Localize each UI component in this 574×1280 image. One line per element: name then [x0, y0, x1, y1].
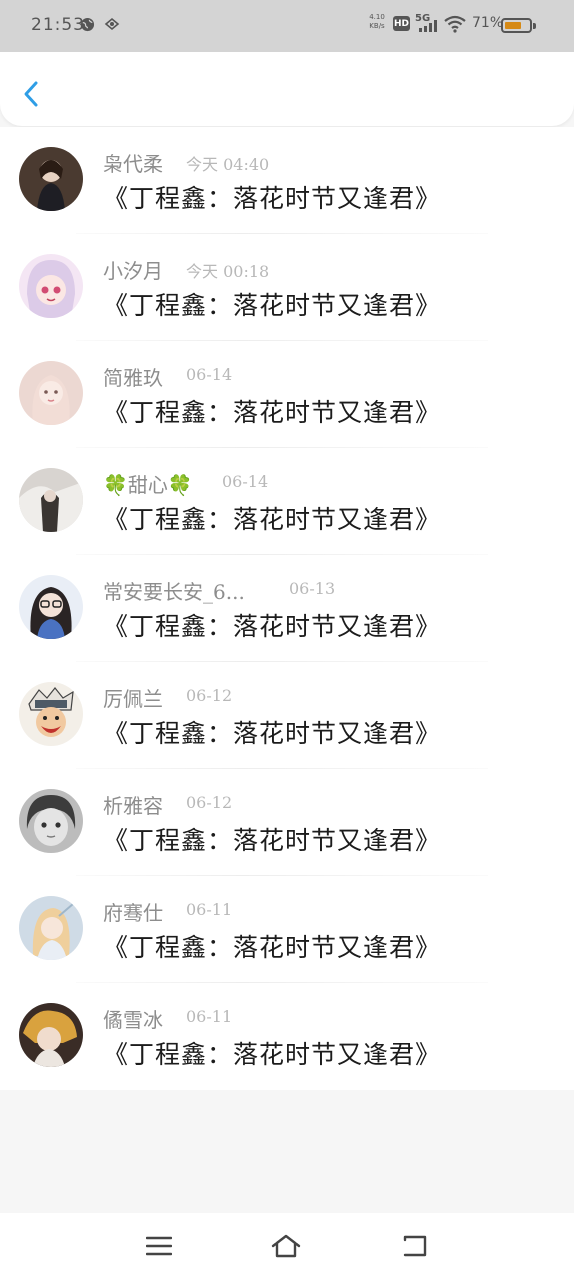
comment-time: 06-12: [186, 686, 233, 705]
list-item[interactable]: 府骞仕 06-11 《丁程鑫：落花时节又逢君》: [0, 876, 574, 983]
hd-badge: HD: [393, 16, 410, 31]
list-item[interactable]: 析雅容 06-12 《丁程鑫：落花时节又逢君》: [0, 769, 574, 876]
book-title: 《丁程鑫：落花时节又逢君》: [103, 719, 442, 748]
reader-list: 枭代柔 今天 04:40 《丁程鑫：落花时节又逢君》 小汐月 今天 00:18 …: [0, 127, 574, 1090]
list-item[interactable]: 简雅玖 06-14 《丁程鑫：落花时节又逢君》: [0, 341, 574, 448]
header-bar: [0, 52, 574, 126]
back-icon[interactable]: [398, 1232, 430, 1260]
menu-icon[interactable]: [143, 1232, 175, 1260]
book-title: 《丁程鑫：落花时节又逢君》: [103, 291, 442, 320]
comment-time: 06-12: [186, 793, 233, 812]
book-title: 《丁程鑫：落花时节又逢君》: [103, 1040, 442, 1069]
avatar[interactable]: [19, 896, 83, 960]
globe-icon: [79, 16, 95, 32]
list-item[interactable]: 小汐月 今天 00:18 《丁程鑫：落花时节又逢君》: [0, 234, 574, 341]
comment-time: 06-13: [289, 579, 336, 598]
list-item[interactable]: 僪雪冰 06-11 《丁程鑫：落花时节又逢君》: [0, 983, 574, 1090]
user-name: 僪雪冰: [103, 1008, 163, 1032]
network-speed-unit: KB/s: [369, 22, 385, 30]
user-name: 厉佩兰: [103, 687, 163, 711]
comment-time: 06-11: [186, 1007, 233, 1026]
avatar[interactable]: [19, 254, 83, 318]
avatar[interactable]: [19, 682, 83, 746]
user-name: 简雅玖: [103, 366, 163, 390]
user-name: 析雅容: [103, 794, 163, 818]
compass-icon: [104, 16, 120, 32]
signal-icon: [419, 20, 437, 32]
home-icon[interactable]: [270, 1232, 302, 1260]
battery-cap: [533, 23, 536, 29]
avatar[interactable]: [19, 575, 83, 639]
book-title: 《丁程鑫：落花时节又逢君》: [103, 398, 442, 427]
comment-time: 06-14: [222, 472, 269, 491]
book-title: 《丁程鑫：落花时节又逢君》: [103, 933, 442, 962]
comment-time: 06-14: [186, 365, 233, 384]
avatar[interactable]: [19, 1003, 83, 1067]
list-item[interactable]: 枭代柔 今天 04:40 《丁程鑫：落花时节又逢君》: [0, 127, 574, 234]
status-bar: 21:53 4.10 KB/s HD 5G 71%: [0, 0, 574, 52]
system-nav-bar: [0, 1213, 574, 1280]
user-name: 常安要长安_6...: [103, 580, 245, 604]
avatar[interactable]: [19, 789, 83, 853]
network-speed: 4.10 KB/s: [366, 13, 388, 31]
user-name: 枭代柔: [103, 152, 163, 176]
status-time: 21:53: [31, 15, 85, 35]
battery-fill: [505, 22, 522, 29]
list-item[interactable]: 常安要长安_6... 06-13 《丁程鑫：落花时节又逢君》: [0, 555, 574, 662]
chevron-left-icon: [24, 81, 38, 107]
book-title: 《丁程鑫：落花时节又逢君》: [103, 612, 442, 641]
comment-time: 今天 04:40: [186, 155, 270, 174]
battery-icon: [501, 18, 532, 33]
battery-percent: 71%: [472, 15, 504, 31]
wifi-icon: [444, 15, 466, 37]
avatar[interactable]: [19, 361, 83, 425]
user-name: 小汐月: [103, 259, 163, 283]
list-item[interactable]: 🍀甜心🍀 06-14 《丁程鑫：落花时节又逢君》: [0, 448, 574, 555]
network-speed-value: 4.10: [369, 13, 385, 21]
book-title: 《丁程鑫：落花时节又逢君》: [103, 826, 442, 855]
comment-time: 今天 00:18: [186, 262, 270, 281]
user-name: 🍀甜心🍀: [103, 473, 193, 497]
avatar[interactable]: [19, 468, 83, 532]
book-title: 《丁程鑫：落花时节又逢君》: [103, 184, 442, 213]
avatar[interactable]: [19, 147, 83, 211]
book-title: 《丁程鑫：落花时节又逢君》: [103, 505, 442, 534]
back-button[interactable]: [18, 76, 48, 110]
comment-time: 06-11: [186, 900, 233, 919]
list-item[interactable]: 厉佩兰 06-12 《丁程鑫：落花时节又逢君》: [0, 662, 574, 769]
user-name: 府骞仕: [103, 901, 163, 925]
